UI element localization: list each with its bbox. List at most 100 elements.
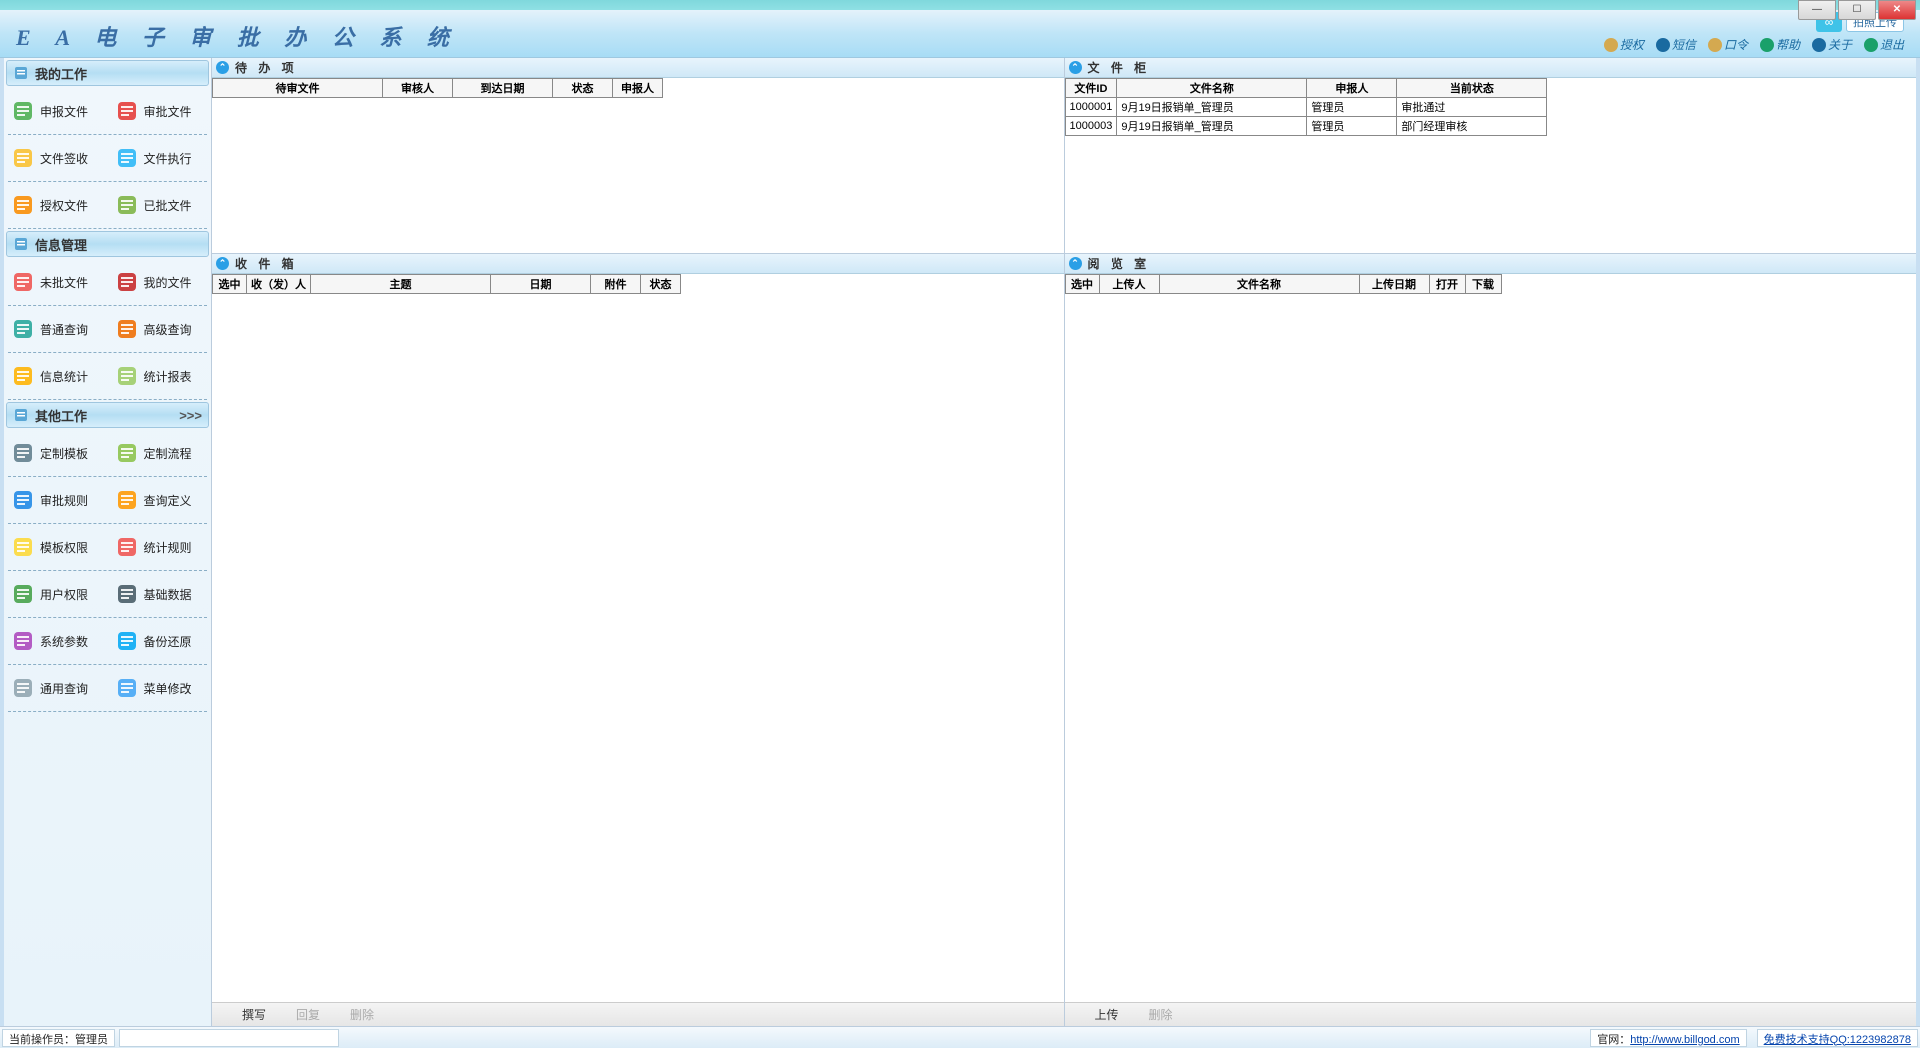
col-header[interactable]: 状态 [641,275,681,294]
sidebar-item-基础数据[interactable]: 基础数据 [108,571,212,617]
col-header[interactable]: 到达日期 [453,79,553,98]
window-controls: — ☐ ✕ [1798,0,1916,20]
header: E A 电 子 审 批 办 公 系 统 ∞ 拍照上传 授权短信口令帮助关于退出 [0,10,1920,58]
col-header[interactable]: 待审文件 [213,79,383,98]
sidebar-item-普通查询[interactable]: 普通查询 [4,306,108,352]
item-icon [10,581,36,607]
col-header[interactable]: 状态 [553,79,613,98]
table-row[interactable]: 10000019月19日报销单_管理员管理员审批通过 [1065,98,1547,117]
link-icon [1812,38,1826,52]
sidebar-item-定制模板[interactable]: 定制模板 [4,430,108,476]
toolbar-btn-上传[interactable]: 上传 [1095,1006,1119,1023]
pane-reading: ⌃阅 览 室 选中上传人文件名称上传日期打开下载 上传删除 [1065,254,1917,1026]
sidebar-item-未批文件[interactable]: 未批文件 [4,259,108,305]
sidebar-item-文件签收[interactable]: 文件签收 [4,135,108,181]
minimize-button[interactable]: — [1798,0,1836,20]
link-icon [1760,38,1774,52]
item-icon [10,534,36,560]
maximize-button[interactable]: ☐ [1838,0,1876,20]
col-header[interactable]: 文件名称 [1159,275,1359,294]
sidebar-item-模板权限[interactable]: 模板权限 [4,524,108,570]
sidebar-section-其他工作[interactable]: 其他工作>>> [6,402,209,428]
status-bar: 当前操作员：管理员 官网：http://www.billgod.com 免费技术… [0,1026,1920,1048]
link-icon [1656,38,1670,52]
link-icon [1708,38,1722,52]
header-link-退出[interactable]: 退出 [1864,36,1904,53]
col-header[interactable]: 下载 [1465,275,1501,294]
col-header[interactable]: 申报人 [613,79,663,98]
item-icon [10,192,36,218]
col-header[interactable]: 当前状态 [1397,79,1547,98]
item-icon [10,363,36,389]
col-header[interactable]: 主题 [311,275,491,294]
col-header[interactable]: 上传人 [1099,275,1159,294]
item-icon [10,145,36,171]
col-header[interactable]: 收（发）人 [247,275,311,294]
item-icon [114,316,140,342]
collapse-icon[interactable]: ⌃ [216,257,229,270]
sidebar-item-统计报表[interactable]: 统计报表 [108,353,212,399]
sidebar-item-查询定义[interactable]: 查询定义 [108,477,212,523]
item-icon [10,487,36,513]
col-header[interactable]: 日期 [491,275,591,294]
header-link-口令[interactable]: 口令 [1708,36,1748,53]
toolbar-btn-撰写[interactable]: 撰写 [242,1006,266,1023]
sidebar-item-审批规则[interactable]: 审批规则 [4,477,108,523]
col-header[interactable]: 打开 [1429,275,1465,294]
col-header[interactable]: 审核人 [383,79,453,98]
sidebar-item-通用查询[interactable]: 通用查询 [4,665,108,711]
col-header[interactable]: 申报人 [1307,79,1397,98]
col-header[interactable]: 选中 [213,275,247,294]
sidebar-section-信息管理[interactable]: 信息管理 [6,231,209,257]
sidebar-item-已批文件[interactable]: 已批文件 [108,182,212,228]
header-link-短信[interactable]: 短信 [1656,36,1696,53]
sidebar-item-我的文件[interactable]: 我的文件 [108,259,212,305]
main: ⌃待 办 项 待审文件审核人到达日期状态申报人 ⌃文 件 柜 文件ID文件名称申… [212,58,1916,1026]
col-header[interactable]: 文件ID [1065,79,1117,98]
sidebar-item-系统参数[interactable]: 系统参数 [4,618,108,664]
operator-cell: 当前操作员：管理员 [2,1029,115,1047]
table-row[interactable]: 10000039月19日报销单_管理员管理员部门经理审核 [1065,117,1547,136]
sidebar-item-备份还原[interactable]: 备份还原 [108,618,212,664]
app-title: E A 电 子 审 批 办 公 系 统 [16,20,459,52]
sidebar-section-我的工作[interactable]: 我的工作 [6,60,209,86]
col-header[interactable]: 上传日期 [1359,275,1429,294]
sidebar-item-菜单修改[interactable]: 菜单修改 [108,665,212,711]
sidebar-item-文件执行[interactable]: 文件执行 [108,135,212,181]
item-icon [114,534,140,560]
sidebar-item-高级查询[interactable]: 高级查询 [108,306,212,352]
header-link-授权[interactable]: 授权 [1604,36,1644,53]
collapse-icon[interactable]: ⌃ [1069,61,1082,74]
collapse-icon[interactable]: ⌃ [1069,257,1082,270]
sidebar-item-授权文件[interactable]: 授权文件 [4,182,108,228]
section-icon [13,407,29,423]
header-link-关于[interactable]: 关于 [1812,36,1852,53]
col-header[interactable]: 文件名称 [1117,79,1307,98]
pane-cabinet: ⌃文 件 柜 文件ID文件名称申报人当前状态10000019月19日报销单_管理… [1065,58,1917,253]
sidebar-item-申报文件[interactable]: 申报文件 [4,88,108,134]
item-icon [10,316,36,342]
grid: 文件ID文件名称申报人当前状态10000019月19日报销单_管理员管理员审批通… [1065,78,1548,136]
site-link[interactable]: 官网：http://www.billgod.com [1590,1029,1746,1047]
sidebar-item-用户权限[interactable]: 用户权限 [4,571,108,617]
item-icon [114,487,140,513]
toolbar-btn-删除: 删除 [350,1006,374,1023]
grid: 选中上传人文件名称上传日期打开下载 [1065,274,1502,294]
sidebar-item-信息统计[interactable]: 信息统计 [4,353,108,399]
sidebar-item-审批文件[interactable]: 审批文件 [108,88,212,134]
support-link[interactable]: 免费技术支持QQ:1223982878 [1757,1029,1918,1047]
sidebar-item-统计规则[interactable]: 统计规则 [108,524,212,570]
header-link-帮助[interactable]: 帮助 [1760,36,1800,53]
item-icon [10,628,36,654]
sidebar-item-定制流程[interactable]: 定制流程 [108,430,212,476]
item-icon [10,440,36,466]
close-button[interactable]: ✕ [1878,0,1916,20]
pane-inbox: ⌃收 件 箱 选中收（发）人主题日期附件状态 撰写回复删除 [212,254,1064,1026]
section-icon [13,65,29,81]
col-header[interactable]: 附件 [591,275,641,294]
col-header[interactable]: 选中 [1065,275,1099,294]
collapse-icon[interactable]: ⌃ [216,61,229,74]
sidebar: 我的工作申报文件审批文件文件签收文件执行授权文件已批文件信息管理未批文件我的文件… [4,58,212,1026]
grid: 待审文件审核人到达日期状态申报人 [212,78,663,98]
toolbar-btn-回复: 回复 [296,1006,320,1023]
